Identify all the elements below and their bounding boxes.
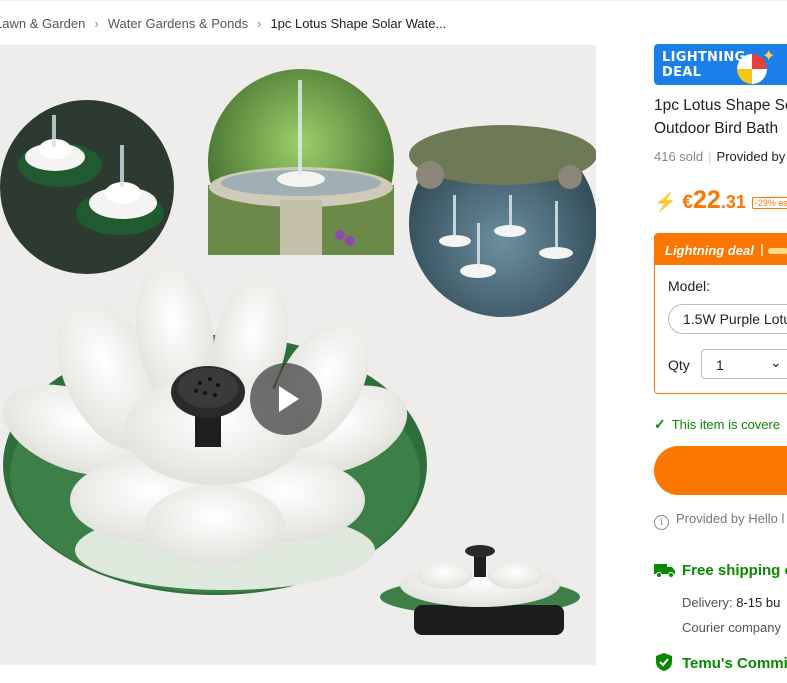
title-line-2: Outdoor Bird Bath: [654, 120, 779, 137]
price: ⚡ € 22 .31 -29% est: [654, 186, 787, 215]
badge-line-2: DEAL: [662, 65, 702, 80]
provided-by-label[interactable]: Provided by: [717, 149, 786, 164]
main-lotus: [3, 260, 427, 595]
qty-value: 1: [716, 357, 724, 373]
purchase-protection[interactable]: ✓ This item is covere: [654, 416, 780, 433]
seller-info[interactable]: i Provided by Hello l: [654, 511, 784, 530]
price-currency: €: [682, 192, 693, 213]
covered-text: This item is covere: [671, 417, 781, 432]
price-decimal: .31: [720, 192, 746, 212]
product-illustration: [0, 69, 596, 635]
temu-commitment[interactable]: Temu's Commi: [654, 652, 787, 672]
thumb-circle-1: [0, 100, 174, 274]
courier-info: Courier company: [682, 620, 781, 635]
product-page: Lawn & Garden › Water Gardens & Ponds › …: [0, 0, 787, 683]
star-icon: ✦: [762, 48, 776, 65]
thumb-circle-3: [409, 125, 596, 317]
video-play-button[interactable]: [250, 363, 322, 435]
seller-text: Provided by Hello l: [676, 511, 785, 526]
title-line-1: 1pc Lotus Shape So: [654, 97, 787, 114]
separator: |: [708, 149, 712, 164]
add-to-cart-button[interactable]: [654, 446, 787, 495]
breadcrumb-water-gardens[interactable]: Water Gardens & Ponds: [108, 16, 248, 31]
play-icon: [279, 386, 299, 412]
product-image[interactable]: [0, 45, 596, 665]
info-icon: i: [654, 515, 669, 530]
sold-count: 416 sold: [654, 149, 704, 164]
qty-select[interactable]: 1 ⌄: [701, 349, 787, 379]
checkmark-icon: ✓: [654, 416, 666, 432]
lightning-bolt-icon: ⚡: [654, 192, 677, 212]
breadcrumb-current: 1pc Lotus Shape Solar Wate...: [270, 16, 447, 31]
countdown-bar: [767, 248, 787, 254]
chevron-right-icon: ›: [94, 16, 99, 31]
product-info-panel: LIGHTNING DEAL ✦ 1pc Lotus Shape So Outd…: [654, 0, 787, 683]
product-title: 1pc Lotus Shape So Outdoor Bird Bath: [654, 94, 787, 140]
price-integer: 22: [693, 186, 721, 214]
thumb-circle-2: [208, 69, 394, 255]
chevron-down-icon: ⌄: [770, 354, 782, 370]
commitment-title: Temu's Commi: [682, 655, 787, 672]
discount-badge: -29% est: [751, 197, 787, 209]
deal-header: Lightning deal: [655, 234, 787, 265]
delivery-label: Delivery:: [682, 595, 733, 610]
breadcrumb-lawn-garden[interactable]: Lawn & Garden: [0, 16, 85, 31]
shield-check-icon: [656, 653, 672, 671]
chevron-right-icon: ›: [257, 16, 262, 31]
divider: [760, 244, 763, 256]
qty-label: Qty: [668, 357, 690, 373]
delivery-value: 8-15 bu: [736, 595, 781, 610]
deal-title: Lightning deal: [665, 243, 754, 258]
badge-line-1: LIGHTNING: [662, 50, 746, 65]
delivery-time: Delivery: 8-15 bu: [682, 595, 780, 610]
sold-row: 416 sold | Provided by: [654, 149, 785, 164]
lightning-deal-badge: LIGHTNING DEAL ✦: [654, 44, 787, 85]
side-lotus: [380, 545, 580, 635]
breadcrumb: Lawn & Garden › Water Gardens & Ponds › …: [0, 16, 446, 31]
truck-icon: [654, 564, 675, 578]
badge-text: LIGHTNING DEAL: [662, 50, 746, 80]
free-shipping[interactable]: Free shipping o: [654, 562, 787, 579]
model-option[interactable]: 1.5W Purple Lotu: [668, 304, 787, 334]
lightning-deal-box: Lightning deal Model: 1.5W Purple Lotu Q…: [654, 233, 787, 394]
model-label: Model:: [668, 278, 711, 294]
shipping-title: Free shipping o: [682, 562, 787, 579]
